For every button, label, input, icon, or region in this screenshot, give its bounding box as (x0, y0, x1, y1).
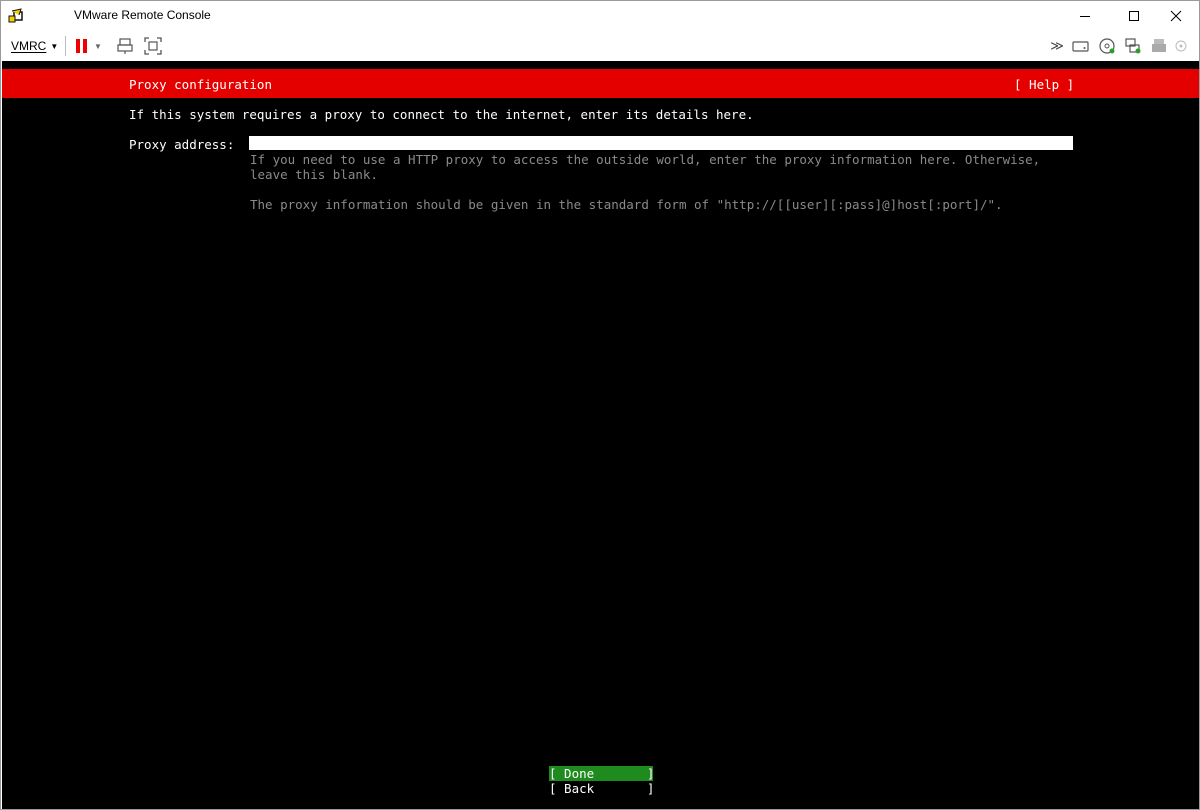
intro-text: If this system requires a proxy to conne… (129, 107, 754, 122)
close-button[interactable] (1153, 1, 1199, 31)
close-icon (1170, 10, 1182, 22)
help-button[interactable]: [ Help ] (1014, 77, 1074, 92)
window-title: VMware Remote Console (74, 8, 211, 22)
network-adapter-device[interactable] (1122, 35, 1144, 57)
help-line-1: If you need to use a HTTP proxy to acces… (250, 152, 1041, 167)
vmrc-menu-button[interactable]: VMRC ▼ (11, 39, 58, 53)
page-title: Proxy configuration (129, 77, 272, 92)
minimize-button[interactable] (1062, 1, 1108, 31)
proxy-address-label: Proxy address: (129, 137, 235, 152)
hard-disk-icon (1072, 41, 1089, 52)
installer-header-bar: Proxy configuration [ Help ] (2, 69, 1199, 98)
power-options-dropdown[interactable]: ▼ (91, 35, 105, 57)
printer-icon (1152, 39, 1166, 52)
pause-button[interactable] (71, 35, 93, 57)
proxy-format-hint: The proxy information should be given in… (250, 197, 1003, 212)
fullscreen-button[interactable] (142, 35, 164, 57)
cd-dvd-device[interactable] (1096, 35, 1118, 57)
maximize-button[interactable] (1111, 1, 1157, 31)
chevron-down-icon: ▼ (50, 41, 59, 51)
proxy-help-text: If you need to use a HTTP proxy to acces… (250, 152, 1050, 182)
sound-card-device[interactable] (1170, 35, 1192, 57)
more-devices-button[interactable]: ≫ (1046, 35, 1068, 57)
send-ctrl-alt-del-button[interactable] (115, 35, 137, 57)
proxy-address-input[interactable] (249, 136, 1073, 150)
network-adapter-icon (1125, 38, 1141, 54)
maximize-icon (1129, 11, 1139, 21)
done-button[interactable]: [ Done ] (549, 766, 654, 781)
back-button[interactable]: [ Back ] (549, 781, 654, 796)
vmrc-window: VMware Remote Console VMRC ▼ ▼ ≫ Proxy c… (0, 0, 1200, 810)
console-screen[interactable]: Proxy configuration [ Help ] If this sys… (2, 61, 1199, 809)
help-line-2: leave this blank. (250, 167, 378, 182)
hard-disk-device[interactable] (1070, 35, 1092, 57)
vmrc-menu-label: VMRC (11, 39, 47, 53)
pause-icon (76, 39, 87, 53)
printer-device[interactable] (1148, 35, 1170, 57)
ctrl-alt-del-icon (117, 38, 133, 54)
double-chevron-right-icon: ≫ (1050, 38, 1064, 53)
fullscreen-icon (144, 37, 162, 55)
toolbar: VMRC ▼ ▼ ≫ (1, 31, 1199, 61)
cd-dvd-icon (1099, 38, 1115, 54)
toolbar-divider (65, 36, 66, 56)
vmrc-app-icon (8, 8, 23, 23)
sound-icon (1175, 40, 1187, 52)
title-bar: VMware Remote Console (1, 1, 1199, 31)
minimize-icon (1080, 16, 1090, 17)
chevron-down-icon: ▼ (94, 41, 102, 51)
